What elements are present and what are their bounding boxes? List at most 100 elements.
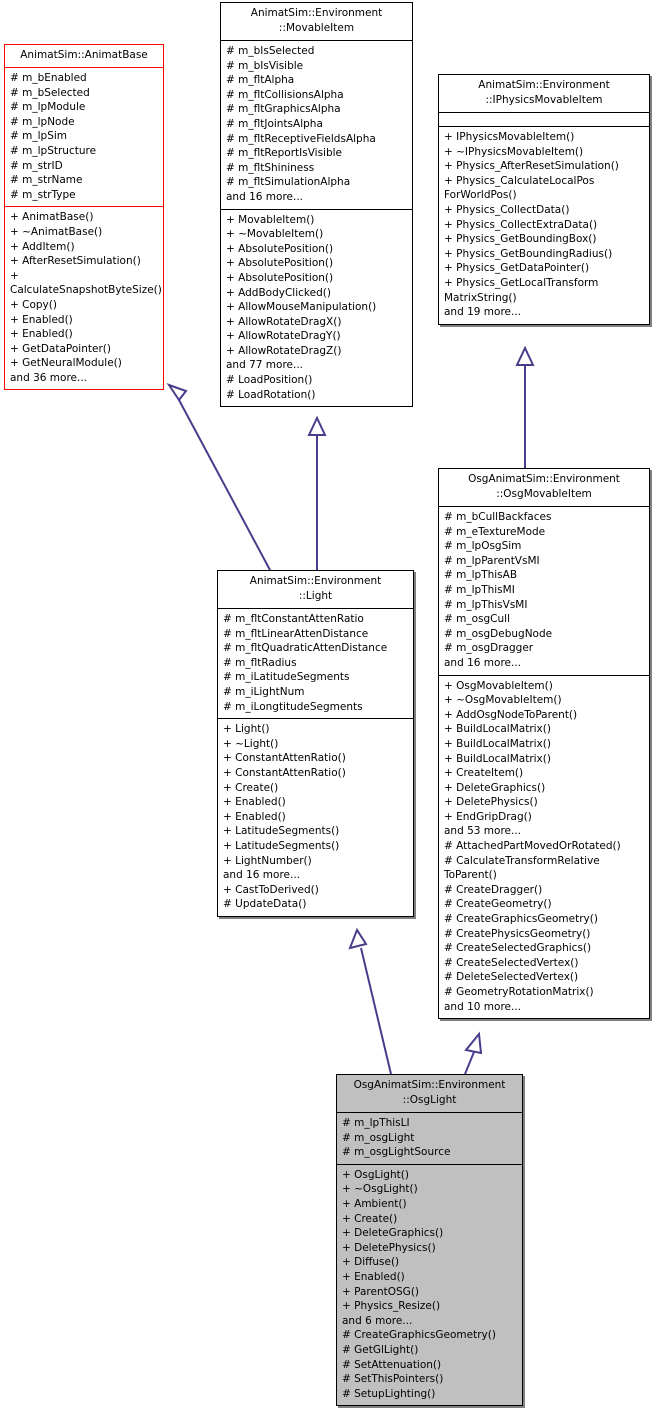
class-member: # m_osgDragger [444, 642, 534, 655]
class-attributes-light: # m_fltConstantAttenRatio # m_fltLinearA… [218, 609, 413, 718]
edge-osgmovableitem-to-iphysicsmovableitem [515, 345, 535, 468]
class-operations-light: + Light() + ~Light() + ConstantAttenRati… [218, 719, 413, 916]
class-member: + CalculateSnapshotByteSize() [10, 269, 162, 297]
edge-osglight-to-osgmovableitem [464, 1031, 483, 1075]
class-member: + LightNumber() [223, 854, 312, 867]
class-member: # m_fltAlpha [226, 74, 295, 87]
class-member: + Physics_GetBoundingBox() [444, 233, 597, 246]
class-member: + ~AnimatBase() [10, 225, 103, 238]
edge-osglight-to-light [348, 927, 392, 1075]
class-member: + Enabled() [223, 810, 286, 823]
class-member: + ConstantAttenRatio() [223, 752, 346, 765]
class-member: + Enabled() [223, 796, 286, 809]
edge-light-to-animatbase [166, 383, 271, 571]
class-member: # m_lpOsgSim [444, 540, 522, 553]
class-member: + EndGripDrag() [444, 810, 532, 823]
class-box-iphysicsmovableitem[interactable]: AnimatSim::Environment ::IPhysicsMovable… [438, 74, 650, 325]
class-attributes-animatbase: # m_bEnabled # m_bSelected # m_lpModule … [5, 68, 163, 206]
class-member: # DeleteSelectedVertex() [444, 971, 579, 984]
class-member: # m_lpThisAB [444, 569, 518, 582]
class-member: # m_iLongtitudeSegments [223, 700, 363, 713]
class-member: # m_osgCull [444, 613, 510, 626]
class-member: # CreateDragger() [444, 883, 543, 896]
class-title-movableitem: AnimatSim::Environment ::MovableItem [250, 7, 383, 34]
class-member-more: and 19 more... [444, 306, 522, 319]
class-member: + OsgMovableItem() [444, 679, 553, 692]
class-member: + AnimatBase() [10, 211, 94, 224]
class-member: + Physics_GetDataPointer() [444, 262, 590, 275]
class-title-light: AnimatSim::Environment ::Light [249, 575, 382, 602]
class-member: # m_fltShininess [226, 161, 315, 174]
class-member: + Physics_Resize() [342, 1300, 441, 1313]
class-box-light[interactable]: AnimatSim::Environment ::Light # m_fltCo… [217, 570, 414, 917]
class-member: + Light() [223, 723, 270, 736]
class-member: + Physics_CollectData() [444, 203, 570, 216]
class-attributes-iphysicsmovableitem [439, 113, 649, 126]
class-member: # CreateGeometry() [444, 898, 552, 911]
class-member: # UpdateData() [223, 898, 307, 911]
class-member: + Physics_GetBoundingRadius() [444, 247, 613, 260]
class-member: # m_lpThisVsMI [444, 598, 528, 611]
class-member: + Create() [223, 781, 279, 794]
class-member: # SetAttenuation() [342, 1358, 442, 1371]
class-member: # m_lpThisMI [444, 583, 515, 596]
class-member: + Physics_CollectExtraData() [444, 218, 598, 231]
class-member: # GeometryRotationMatrix() [444, 986, 594, 998]
class-member: + AllowMouseManipulation() [226, 301, 377, 314]
class-member: # m_lpStructure [10, 144, 97, 157]
class-box-osglight[interactable]: OsgAnimatSim::Environment ::OsgLight # m… [336, 1074, 523, 1407]
class-member: + ConstantAttenRatio() [223, 766, 346, 779]
class-member: # m_fltReceptiveFieldsAlpha [226, 132, 376, 145]
class-member: # CreateGraphicsGeometry() [342, 1329, 496, 1342]
class-box-animatbase[interactable]: AnimatSim::AnimatBase # m_bEnabled # m_b… [4, 44, 164, 391]
class-member: + OsgLight() [342, 1168, 409, 1181]
class-member: # SetupLighting() [342, 1387, 436, 1400]
class-member: # SetThisPointers() [342, 1373, 444, 1386]
class-title-iphysicsmovableitem: AnimatSim::Environment ::IPhysicsMovable… [478, 79, 610, 106]
class-box-osgmovableitem[interactable]: OsgAnimatSim::Environment ::OsgMovableIt… [438, 468, 650, 1020]
class-member-more: and 53 more... [444, 825, 522, 838]
class-member: + AddItem() [10, 240, 75, 253]
class-member: # m_fltReportIsVisible [226, 147, 343, 160]
class-member-more: and 16 more... [223, 869, 301, 882]
class-member: + AbsolutePosition() [226, 242, 334, 255]
class-member: # CreateGraphicsGeometry() [444, 913, 598, 926]
class-member: + AllowRotateDragZ() [226, 344, 342, 357]
class-member-more: and 77 more... [226, 359, 304, 372]
class-member: # m_bCullBackfaces [444, 511, 552, 523]
class-attributes-movableitem: # m_bIsSelected # m_bIsVisible # m_fltAl… [221, 41, 412, 209]
class-title-osgmovableitem: OsgAnimatSim::Environment ::OsgMovableIt… [468, 473, 620, 500]
class-member: + Enabled() [10, 328, 73, 341]
class-member: + AddOsgNodeToParent() [444, 708, 578, 721]
class-member: # m_osgDebugNode [444, 627, 553, 640]
class-member: # m_lpThisLI [342, 1117, 410, 1129]
class-member: + MovableItem() [226, 213, 315, 226]
class-operations-osglight: + OsgLight() + ~OsgLight() + Ambient() +… [337, 1165, 522, 1406]
class-member: + Physics_AfterResetSimulation() [444, 160, 619, 173]
class-member: + Copy() [10, 298, 57, 311]
class-member: + Ambient() [342, 1197, 407, 1210]
class-operations-movableitem: + MovableItem() + ~MovableItem() + Absol… [221, 210, 412, 407]
class-member: + ~OsgLight() [342, 1183, 418, 1196]
class-member: + IPhysicsMovableItem() [444, 131, 575, 143]
class-member: # m_osgLightSource [342, 1146, 451, 1159]
class-member: + BuildLocalMatrix() [444, 737, 551, 750]
class-member: + ~Light() [223, 737, 279, 750]
class-member-more: and 6 more... [342, 1314, 413, 1327]
class-member: + GetDataPointer() [10, 342, 111, 355]
class-member: + DeletePhysics() [444, 796, 538, 809]
class-member: # CreatePhysicsGeometry() [444, 927, 591, 940]
class-member: # m_lpModule [10, 101, 86, 114]
class-member: # m_lpNode [10, 115, 75, 128]
class-member: # m_bSelected [10, 86, 90, 99]
class-box-movableitem[interactable]: AnimatSim::Environment ::MovableItem # m… [220, 2, 413, 408]
class-member: # CreateSelectedVertex() [444, 956, 579, 969]
class-member: + AddBodyClicked() [226, 286, 331, 299]
class-title-osglight: OsgAnimatSim::Environment ::OsgLight [353, 1079, 506, 1106]
class-member: + Physics_CalculateLocalPos ForWorldPos(… [444, 174, 595, 202]
class-member: # m_strID [10, 159, 63, 172]
class-member: # m_iLightNum [223, 685, 305, 698]
class-member: + AllowRotateDragY() [226, 330, 341, 343]
class-member: + GetNeuralModule() [10, 357, 122, 370]
class-member: # LoadRotation() [226, 388, 316, 401]
